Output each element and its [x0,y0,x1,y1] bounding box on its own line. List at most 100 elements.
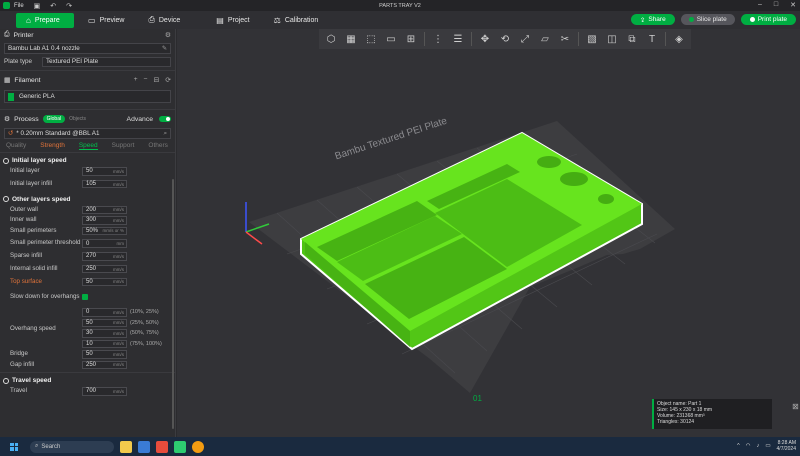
plate-icon[interactable]: ▭ [384,32,399,47]
speed-row: Initial layer infill 105 mm/s [0,177,175,192]
subtab-others[interactable]: Others [148,142,168,149]
3d-viewport[interactable]: Bambu Textured PEI Plate 01 ⬡ ▦ ⬚ ▭ ⊞ ⋮ … [177,29,800,437]
process-profile-select[interactable]: ↺ * 0.20mm Standard @BBL A1 ⌕ [4,128,171,139]
volume-icon[interactable]: ♪ [757,443,760,449]
minimize-icon[interactable]: – [758,1,762,9]
speed-input[interactable]: 50 mm/s [82,167,127,176]
overhang-input[interactable]: 30 mm/s [82,329,127,338]
gap-infill-input[interactable]: 250 mm/s [82,360,127,369]
advanced-toggle[interactable] [159,115,171,122]
clock[interactable]: 8:28 AM 4/7/2024 [777,440,796,452]
filament-item[interactable]: Generic PLA [4,90,171,103]
grid-icon[interactable]: ▦ [344,32,359,47]
overhang-range: (25%, 50%) [130,319,159,326]
tab-project[interactable]: ▤ Project [206,13,259,28]
save-icon[interactable]: ▣ [34,2,41,10]
scale-icon[interactable]: ⤢ [518,32,533,47]
speed-input[interactable]: 270 mm/s [82,252,127,261]
taskbar-search[interactable]: ⌕ Search [30,440,114,453]
filament-color-swatch[interactable] [8,92,14,101]
speed-input[interactable]: 105 mm/s [82,179,127,189]
file-menu[interactable]: File [14,3,24,9]
speed-row-label: Initial layer infill [10,179,52,187]
printer-section-header[interactable]: ⎙ Printer ⚙ [0,29,175,41]
close-icon[interactable]: ✕ [790,1,796,9]
group-title: Travel speed [12,377,52,384]
lay-on-face-icon[interactable]: ▱ [538,32,553,47]
group-travel-speed: Travel speed [0,375,175,386]
undo-icon[interactable]: ↶ [50,2,56,10]
tab-preview[interactable]: ▭ Preview [78,13,134,28]
seam-paint-icon[interactable]: ◫ [605,32,620,47]
speed-input[interactable]: 0 mm [82,239,127,248]
speed-input[interactable]: 300 mm/s [82,216,127,225]
filament-section-header[interactable]: ▦ Filament + − ⊟ ⟳ [0,74,175,86]
overhang-input[interactable]: 10 mm/s [82,339,127,348]
objects-chip[interactable]: Objects [69,116,86,122]
tab-prepare[interactable]: ⌂ Prepare [16,12,74,28]
slice-plate-button[interactable]: Slice plate [680,14,735,25]
overhang-input[interactable]: 0 mm/s [82,308,127,317]
file-explorer-icon[interactable] [120,440,132,453]
speed-input[interactable]: 50% mm/s or % [82,226,127,235]
assembly-icon[interactable]: ◈ [672,32,687,47]
bambu-studio-icon[interactable] [174,440,186,453]
cut-icon[interactable]: ✂ [558,32,573,47]
move-icon[interactable]: ✥ [478,32,493,47]
gear-icon[interactable]: ⚙ [165,31,171,39]
subtab-support[interactable]: Support [112,142,135,149]
chevron-up-icon[interactable]: ^ [737,443,740,449]
battery-icon[interactable]: ▭ [765,443,770,449]
speed-row-label: Inner wall [10,216,37,223]
speed-input[interactable]: 200 mm/s [82,205,127,214]
wifi-icon[interactable]: ◠ [746,443,751,449]
redo-icon[interactable]: ↷ [66,2,72,10]
add-object-icon[interactable]: ⬡ [324,32,339,47]
share-button[interactable]: ⇪ Share [630,14,675,25]
speed-row-label: Small perimeters [10,226,57,234]
text-icon[interactable]: T [645,32,660,47]
print-plate-button[interactable]: Print plate [740,14,796,25]
windows-start-icon[interactable] [10,442,18,451]
ams-icon[interactable]: ⊟ [154,76,160,84]
remove-filament-icon[interactable]: − [144,76,148,84]
speed-row: Small perimeters 50% mm/s or % [0,226,175,237]
printer-name: Bambu Lab A1 0.4 nozzle [8,45,80,52]
tab-device[interactable]: ⎙ Device [138,13,190,28]
reset-icon[interactable]: ↺ [8,130,13,137]
search-icon[interactable]: ⌕ [163,130,167,138]
support-paint-icon[interactable]: ▧ [585,32,600,47]
subtab-quality[interactable]: Quality [6,142,26,149]
rotate-icon[interactable]: ⟲ [498,32,513,47]
sidebar-scrollbar[interactable] [172,179,174,429]
orient-icon[interactable]: ⬚ [364,32,379,47]
subtab-strength[interactable]: Strength [40,142,65,149]
sync-icon[interactable]: ⟳ [165,76,171,84]
plate-type-select[interactable]: Textured PEI Plate [42,56,171,67]
chrome-icon[interactable] [192,440,204,453]
speed-input[interactable]: 250 mm/s [82,264,127,274]
speed-input[interactable]: 50 mm/s [82,277,127,286]
scene-canvas[interactable]: Bambu Textured PEI Plate 01 [177,29,800,437]
overhang-row: 30 mm/s (50%, 75%) [82,328,162,339]
close-info-icon[interactable]: ⊠ [792,402,799,411]
layers-icon[interactable]: ☰ [451,32,466,47]
split-icon[interactable]: ⋮ [431,32,446,47]
slice-icon [688,17,694,22]
maximize-icon[interactable]: □ [774,1,778,9]
global-chip[interactable]: Global [42,115,66,123]
tab-calibration[interactable]: ⚖ Calibration [264,13,329,28]
slowdown-checkbox[interactable] [82,294,88,300]
overhang-input[interactable]: 50 mm/s [82,318,127,327]
printer-select[interactable]: Bambu Lab A1 0.4 nozzle ✎ [4,43,171,54]
travel-input[interactable]: 700 mm/s [82,387,127,396]
add-filament-icon[interactable]: + [134,76,138,84]
bridge-input[interactable]: 50 mm/s [82,350,127,359]
subtab-speed[interactable]: Speed [78,142,98,150]
edit-icon[interactable]: ✎ [162,45,167,52]
share-icon: ⇪ [639,16,646,24]
arrange-icon[interactable]: ⊞ [404,32,419,47]
photos-icon[interactable] [156,440,168,453]
boolean-icon[interactable]: ⧉ [625,32,640,47]
mail-icon[interactable] [138,440,150,453]
